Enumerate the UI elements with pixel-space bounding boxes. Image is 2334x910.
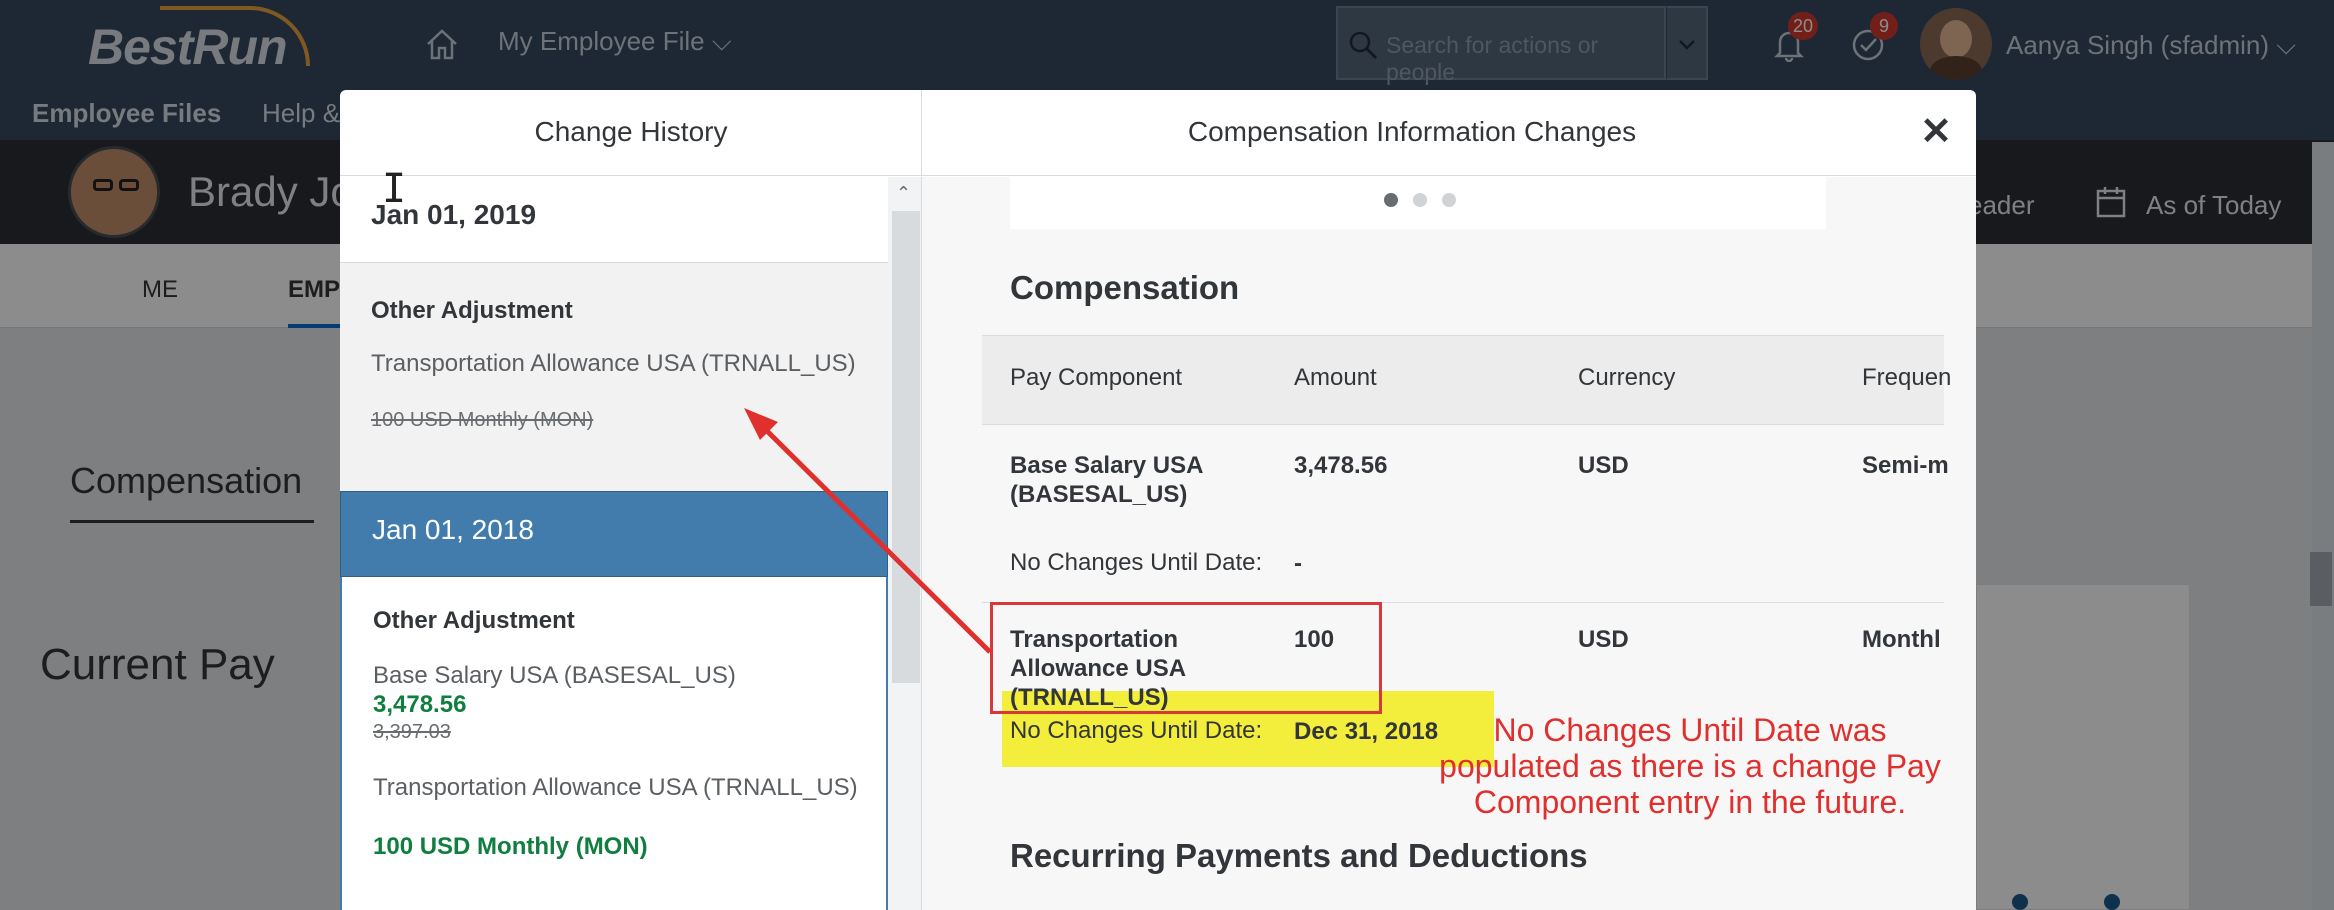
text-cursor-icon: I bbox=[382, 166, 407, 212]
frequency-cell: Semi-m bbox=[1862, 452, 1949, 479]
column-header: Currency bbox=[1578, 364, 1676, 391]
compensation-heading: Compensation bbox=[1010, 269, 1240, 306]
new-value: 100 USD Monthly (MON) bbox=[373, 833, 648, 860]
new-value: 3,478.56 bbox=[373, 691, 467, 718]
adjustment-title: Other Adjustment bbox=[371, 297, 573, 324]
carousel-indicator bbox=[1010, 177, 1826, 229]
until-date-label: No Changes Until Date: bbox=[1010, 549, 1263, 576]
history-date-item[interactable]: Jan 01, 2019 bbox=[340, 177, 888, 263]
details-panel-header: Compensation Information Changes bbox=[922, 90, 1976, 176]
history-date-item-selected[interactable]: Jan 01, 2018 bbox=[340, 491, 888, 577]
carousel-dot-active[interactable] bbox=[1384, 193, 1398, 207]
history-detail: Other Adjustment Base Salary USA (BASESA… bbox=[340, 577, 888, 910]
details-title: Compensation Information Changes bbox=[1187, 116, 1637, 147]
close-button[interactable]: ✕ bbox=[1916, 112, 1956, 152]
until-date-value: - bbox=[1294, 550, 1302, 577]
history-panel-header: Change History bbox=[340, 90, 922, 176]
until-date-value: Dec 31, 2018 bbox=[1294, 718, 1439, 745]
scroll-up-icon[interactable]: ⌃ bbox=[896, 183, 911, 204]
pay-component-name: Transportation Allowance USA (TRNALL_US) bbox=[373, 774, 858, 801]
until-date-label: No Changes Until Date: bbox=[1010, 717, 1263, 744]
history-scrollbar-thumb[interactable] bbox=[892, 211, 920, 683]
column-header: Frequen bbox=[1862, 364, 1952, 391]
history-detail: Other Adjustment Transportation Allowanc… bbox=[340, 263, 888, 491]
currency-cell: USD bbox=[1578, 626, 1629, 653]
history-date: Jan 01, 2018 bbox=[372, 514, 534, 545]
pay-component-name: Base Salary USA (BASESAL_US) bbox=[373, 662, 736, 689]
pay-component-name: Transportation Allowance USA (TRNALL_US) bbox=[371, 350, 856, 377]
annotation-note: No Changes Until Date was populated as t… bbox=[1439, 712, 1941, 820]
old-value: 100 USD Monthly (MON) bbox=[371, 409, 594, 431]
recurring-payments-heading: Recurring Payments and Deductions bbox=[1010, 837, 1588, 874]
adjustment-title: Other Adjustment bbox=[373, 607, 575, 634]
pay-component-cell: Base Salary USA (BASESAL_US) bbox=[1010, 452, 1203, 508]
annotation-highlight-box bbox=[990, 602, 1382, 714]
amount-cell: 3,478.56 bbox=[1294, 452, 1388, 479]
carousel-dot[interactable] bbox=[1442, 193, 1456, 207]
history-list: Jan 01, 2019 Other Adjustment Transporta… bbox=[340, 177, 888, 910]
carousel-dot[interactable] bbox=[1413, 193, 1427, 207]
table-header: Pay Component Amount Currency Frequen bbox=[982, 335, 1951, 425]
history-title: Change History bbox=[534, 116, 728, 147]
frequency-cell: Monthl bbox=[1862, 626, 1941, 653]
old-value: 3,397.03 bbox=[373, 721, 451, 743]
history-scrollbar[interactable]: ⌃ bbox=[888, 177, 922, 910]
currency-cell: USD bbox=[1578, 452, 1629, 479]
column-header: Pay Component bbox=[1010, 364, 1183, 391]
column-header: Amount bbox=[1294, 364, 1377, 391]
